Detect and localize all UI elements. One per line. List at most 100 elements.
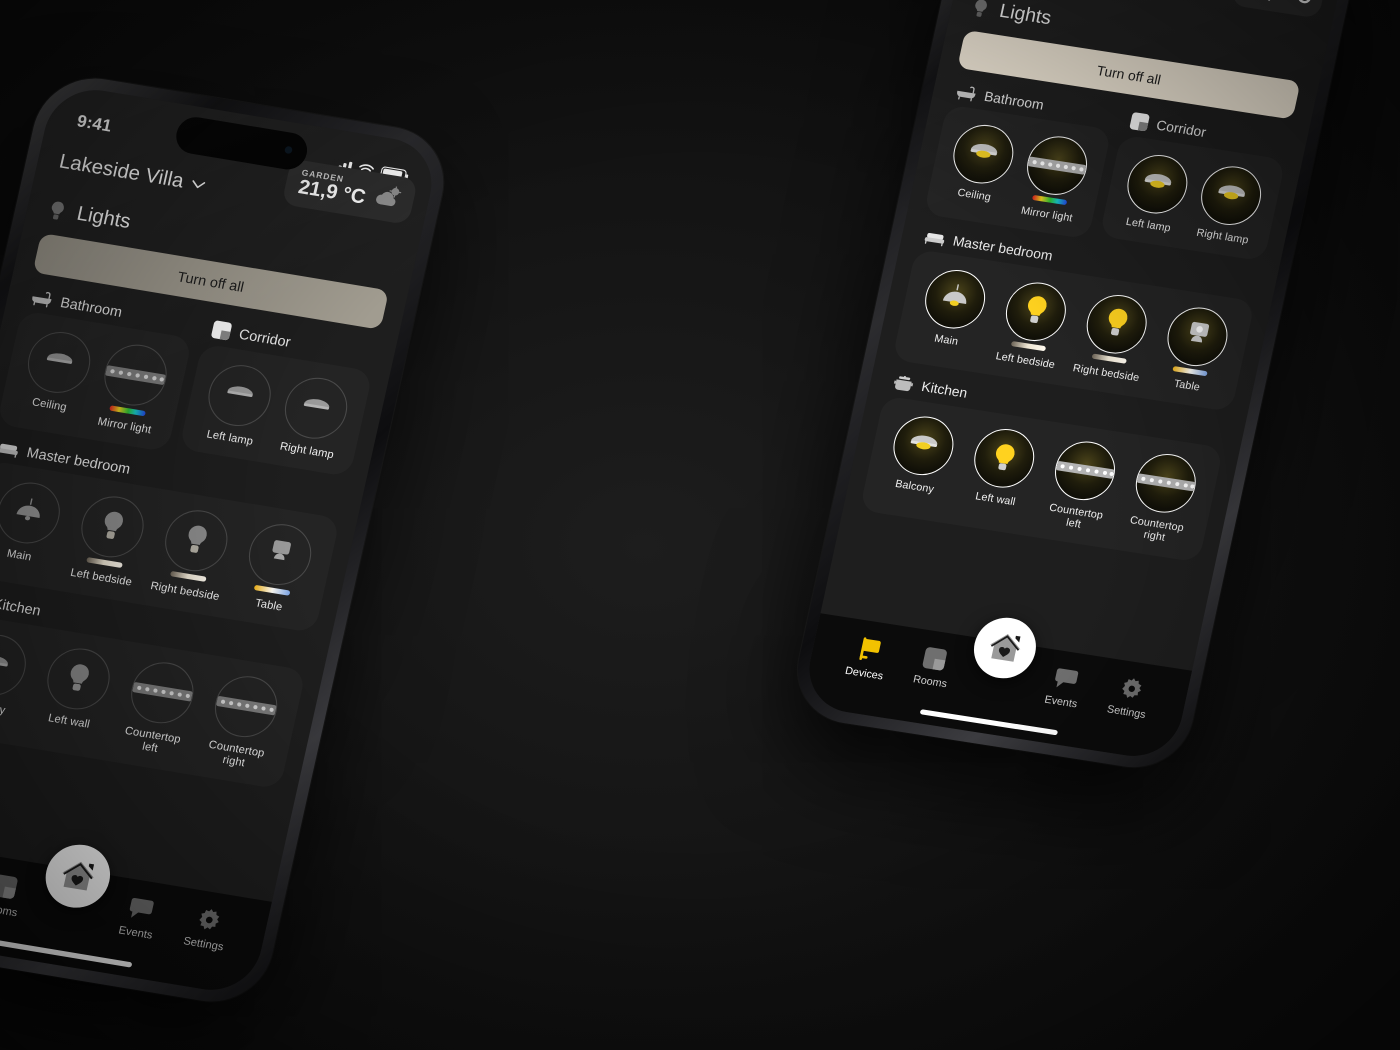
device-ring — [0, 478, 66, 549]
phone-screen-left: 9:41 GARDEN 21,9 °C Lakeside Villa Light… — [0, 82, 441, 998]
led-strip-icon — [1028, 156, 1087, 175]
device-label: Countertop right — [1128, 513, 1186, 544]
gear-icon — [1121, 678, 1141, 698]
bulb-icon — [996, 444, 1015, 470]
led-strip-icon — [1137, 473, 1195, 492]
downlight-icon — [46, 353, 72, 364]
pot-icon — [893, 375, 914, 391]
bulb-icon — [1027, 296, 1047, 324]
device-color-bar[interactable] — [1172, 366, 1208, 377]
downlight-icon — [227, 386, 253, 397]
device-left-lamp[interactable]: Left lamp — [1112, 150, 1199, 237]
weather-temperature: 21,9 °C — [1245, 0, 1314, 9]
partly-cloudy-icon — [375, 186, 402, 207]
device-right-bedside[interactable]: Right bedside — [147, 505, 240, 604]
led-strip-icon — [105, 364, 166, 385]
device-right-lamp[interactable]: Right lamp — [269, 372, 360, 463]
chevron-down-icon — [192, 180, 206, 189]
tab-rooms[interactable]: Rooms — [0, 870, 42, 923]
tab-events[interactable]: Events — [100, 892, 177, 945]
device-left-bedside[interactable]: Left bedside — [63, 491, 156, 590]
device-label: Right lamp — [1195, 226, 1250, 247]
device-brightness-bar[interactable] — [1091, 353, 1127, 365]
device-label: Table — [1172, 378, 1202, 394]
rooms-icon — [0, 874, 18, 899]
speech-bubble-icon — [129, 897, 154, 918]
led-strip-icon — [1056, 461, 1115, 479]
bulb-icon — [975, 0, 987, 17]
device-left-bedside[interactable]: Left bedside — [989, 278, 1078, 373]
device-main[interactable]: Main — [909, 265, 996, 352]
device-ring — [1000, 278, 1072, 346]
room-card-bathroom: Ceiling Mirror light — [923, 104, 1112, 240]
device-mirror-light[interactable]: Mirror light — [86, 339, 179, 438]
device-label: Right lamp — [278, 440, 336, 462]
house-heart-icon — [62, 861, 95, 891]
device-ceiling[interactable]: Ceiling — [11, 326, 102, 417]
bulb-icon — [188, 526, 207, 554]
tab-rooms[interactable]: Rooms — [896, 643, 970, 693]
device-color-bar[interactable] — [253, 585, 291, 597]
bed-icon — [924, 232, 945, 247]
bulb-icon — [104, 512, 123, 540]
tab-devices[interactable]: Devices — [830, 633, 904, 685]
room-name: Corridor — [237, 325, 293, 350]
bathtub-icon — [32, 291, 52, 308]
bulb-icon — [70, 664, 89, 691]
device-label: Table — [253, 597, 284, 615]
device-mirror-light[interactable]: Mirror light — [1010, 131, 1099, 226]
downlight-icon — [970, 143, 997, 158]
device-label: Balcony — [894, 477, 936, 496]
device-main[interactable]: Main — [0, 477, 72, 568]
device-ring — [1081, 291, 1153, 359]
device-brightness-bar[interactable] — [169, 571, 207, 583]
device-brightness-bar[interactable] — [1010, 341, 1047, 352]
device-label: Ceiling — [30, 395, 68, 414]
device-countertop-left[interactable]: Countertop left — [1037, 436, 1127, 535]
device-left-lamp[interactable]: Left lamp — [192, 359, 283, 450]
device-ring — [98, 340, 173, 411]
device-ring — [0, 629, 32, 700]
device-color-bar[interactable] — [109, 405, 147, 417]
tab-label: Events — [1043, 693, 1079, 711]
device-balcony[interactable]: Balcony — [0, 629, 38, 720]
device-countertop-right[interactable]: Countertop right — [1118, 449, 1208, 548]
device-left-wall[interactable]: Left wall — [31, 643, 122, 734]
device-right-lamp[interactable]: Right lamp — [1186, 161, 1273, 248]
bulb-icon — [51, 201, 64, 220]
device-balcony[interactable]: Balcony — [878, 411, 965, 498]
device-ring — [279, 373, 354, 444]
device-label: Right bedside — [1071, 362, 1141, 385]
downlight-icon — [1218, 185, 1246, 200]
tab-label: Events — [117, 923, 154, 942]
device-ceiling[interactable]: Ceiling — [938, 120, 1025, 207]
device-brightness-bar[interactable] — [86, 557, 123, 569]
tab-settings[interactable]: Settings — [168, 903, 245, 956]
device-table[interactable]: Table — [231, 519, 324, 618]
device-table[interactable]: Table — [1150, 303, 1239, 398]
device-countertop-right[interactable]: Countertop right — [196, 670, 290, 774]
rooms-grid-right: Bathroom Ceiling Mirror light Corridor L… — [859, 83, 1291, 563]
section-title-text: Lights — [997, 0, 1054, 30]
device-left-wall[interactable]: Left wall — [959, 424, 1046, 511]
device-right-bedside[interactable]: Right bedside — [1069, 290, 1158, 385]
device-color-bar[interactable] — [1032, 194, 1068, 206]
table-lamp-icon — [272, 540, 291, 561]
bulb-icon — [1108, 309, 1128, 336]
rooms-grid-left: Bathroom Ceiling Mirror light Corridor L… — [0, 288, 379, 789]
room-name: Kitchen — [920, 379, 969, 402]
device-label: Countertop left — [1048, 501, 1105, 531]
device-label: Mirror light — [1019, 204, 1074, 225]
device-ring — [1161, 303, 1233, 371]
device-countertop-left[interactable]: Countertop left — [112, 656, 206, 760]
device-label: Countertop right — [207, 738, 266, 770]
downlight-icon — [304, 399, 330, 410]
device-label: Left bedside — [69, 566, 134, 590]
device-label: Left bedside — [994, 350, 1057, 372]
room-card-corridor: Left lamp Right lamp — [1099, 134, 1286, 262]
tab-settings[interactable]: Settings — [1092, 673, 1166, 723]
device-ring — [1021, 132, 1093, 200]
gear-icon — [198, 909, 219, 930]
device-label: Right bedside — [149, 579, 221, 604]
tab-events[interactable]: Events — [1027, 663, 1101, 713]
